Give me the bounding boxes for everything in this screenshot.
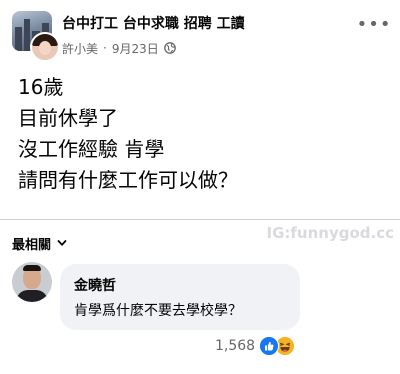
- like-icon: [259, 336, 280, 356]
- comment-author-link[interactable]: 金曉哲: [74, 275, 116, 295]
- author-name-link[interactable]: 許小美: [62, 40, 98, 57]
- post-text-line: 沒工作經驗 肯學: [18, 137, 165, 161]
- reaction-count: 1,568: [215, 338, 256, 354]
- post-meta: 許小美 · 9月23日: [62, 40, 176, 56]
- commenter-avatar[interactable]: [12, 262, 52, 302]
- more-options-button[interactable]: •••: [357, 12, 391, 36]
- group-name-link[interactable]: 台中打工 台中求職 招聘 工讀: [62, 13, 245, 33]
- post-text-line: 請問有什麼工作可以做？: [18, 168, 238, 192]
- globe-icon: [163, 42, 176, 54]
- comment-sort-label: 最相關: [12, 237, 52, 253]
- comment-text: 肯學爲什麼不要去學校學？: [74, 303, 242, 319]
- post-body: 16歲 目前休學了 沒工作經驗 肯學 請問有什麼工作可以做？: [18, 72, 388, 196]
- post-date-link[interactable]: 9月23日: [112, 40, 159, 57]
- comment-sort-dropdown[interactable]: 最相關: [12, 233, 67, 253]
- author-avatar[interactable]: [30, 32, 60, 62]
- post-header: 台中打工 台中求職 招聘 工讀 許小美 · 9月23日 •••: [0, 0, 400, 62]
- meta-separator: ·: [103, 41, 107, 55]
- chevron-down-icon: [57, 240, 67, 246]
- comment-bubble: 金曉哲 肯學爲什麼不要去學校學？: [60, 264, 300, 330]
- post-text-line: 目前休學了: [18, 106, 118, 130]
- watermark: IG:funnygod.cc: [266, 224, 395, 242]
- divider: [0, 219, 400, 220]
- post-text-line: 16歲: [18, 75, 64, 99]
- comment-reactions[interactable]: 1,568: [215, 336, 296, 356]
